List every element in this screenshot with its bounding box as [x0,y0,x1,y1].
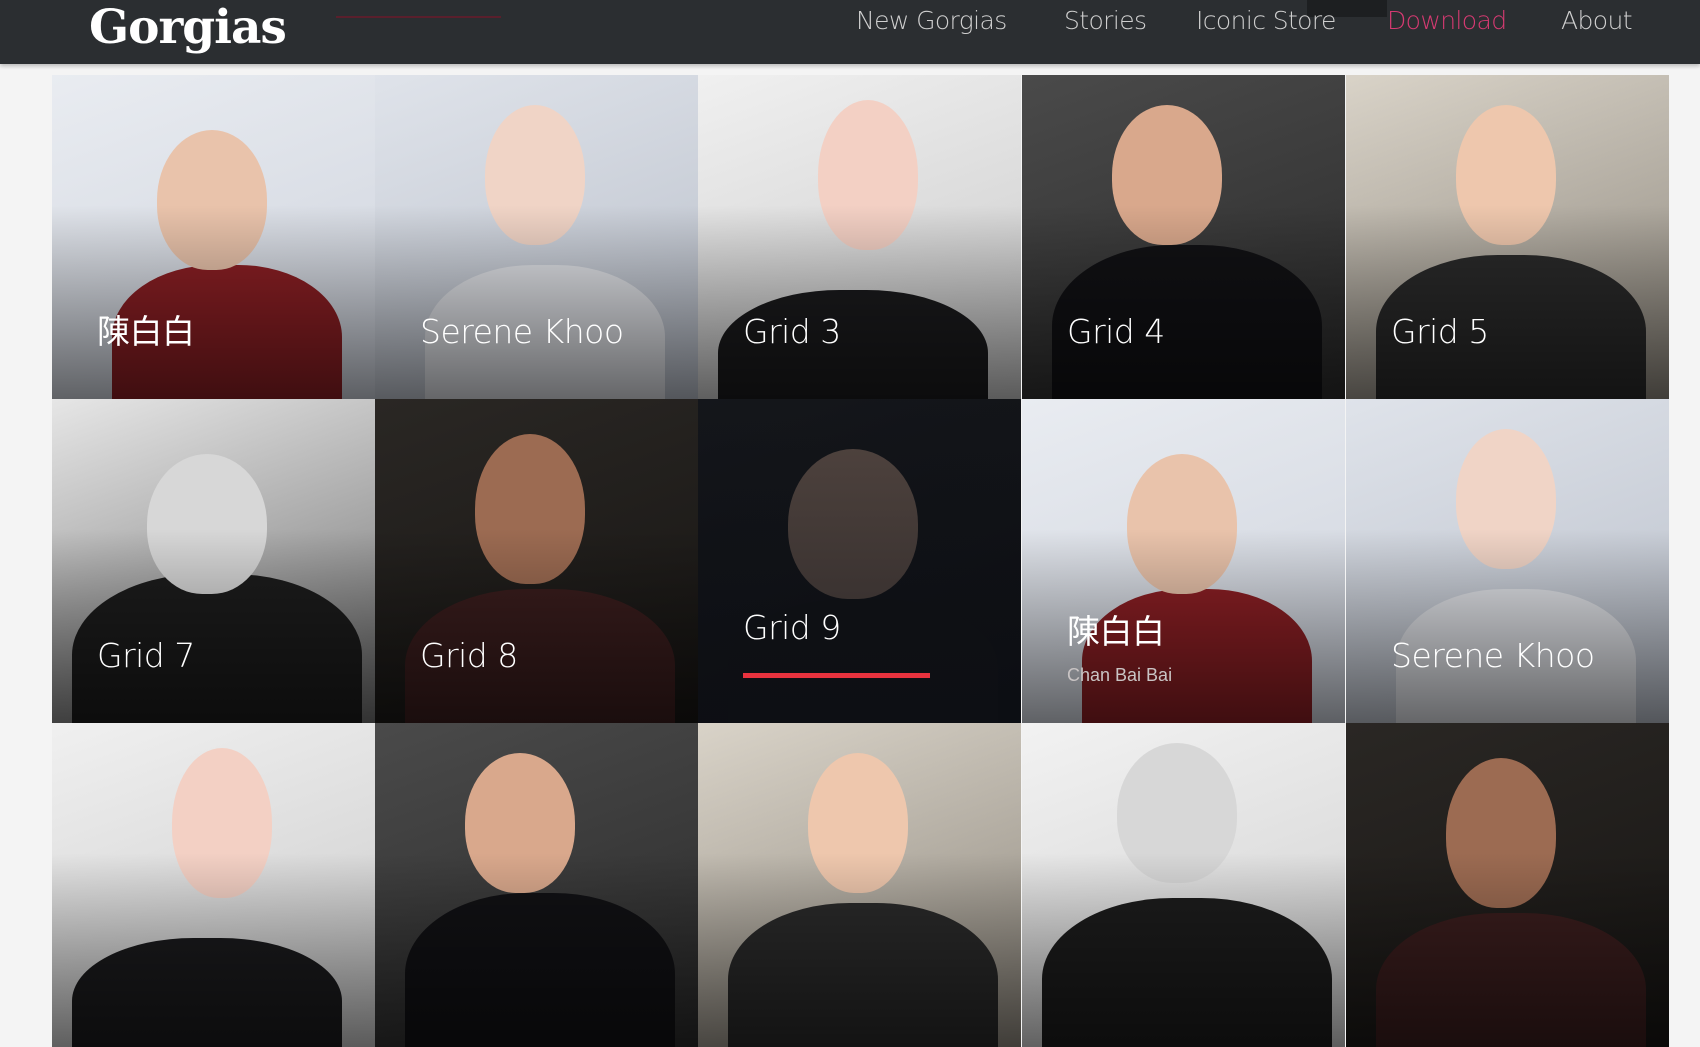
profile-tile[interactable]: Serene Khoo [375,75,698,399]
profile-tile[interactable]: Grid 7 [52,399,375,723]
tile-gradient-overlay [375,204,698,399]
tile-gradient-overlay [698,852,1021,1047]
tile-title: Grid 7 [97,636,195,675]
tile-title: Serene Khoo [1391,636,1595,675]
tile-gradient-overlay [52,852,375,1047]
profile-tile[interactable] [698,723,1021,1047]
tile-gradient-overlay [1022,204,1345,399]
tile-title: 陳白白 [1067,612,1165,651]
tile-title: Grid 3 [743,312,841,351]
profile-tile[interactable]: Grid 9 [698,399,1021,723]
tile-title: Grid 4 [1067,312,1165,351]
tile-gradient-overlay [1346,852,1669,1047]
profile-tile[interactable] [1346,723,1669,1047]
profile-tile[interactable]: Serene Khoo [1346,399,1669,723]
hover-accent-bar [743,673,930,678]
profile-tile[interactable] [52,723,375,1047]
profile-tile[interactable]: Grid 5 [1346,75,1669,399]
tile-gradient-overlay [52,528,375,723]
profile-tile[interactable]: Grid 8 [375,399,698,723]
brand-logo[interactable]: Gorgias [89,0,287,56]
tile-subtitle: Chan Bai Bai [1067,665,1173,685]
tile-title: Grid 5 [1391,312,1489,351]
tile-title: Grid 9 [743,608,841,647]
tile-gradient-overlay [52,204,375,399]
tile-gradient-overlay [1346,204,1669,399]
profile-tile[interactable]: 陳白白 Chan Bai Bai [1022,399,1345,723]
brand-underline-divider [336,16,501,18]
nav-link-new-gorgias[interactable]: New Gorgias [856,4,1007,38]
profile-tile[interactable]: Grid 3 [698,75,1021,399]
top-navbar: Gorgias New Gorgias Stories Iconic Store… [0,0,1700,64]
tile-title: 陳白白 [97,312,195,351]
tile-gradient-overlay [375,852,698,1047]
tile-gradient-overlay [375,528,698,723]
profile-tile[interactable] [375,723,698,1047]
profile-tile[interactable] [1022,723,1345,1047]
tile-gradient-overlay [1022,852,1345,1047]
nav-link-iconic-store[interactable]: Iconic Store [1196,4,1336,38]
tile-title: Grid 8 [420,636,518,675]
profile-tile[interactable]: 陳白白 [52,75,375,399]
tile-gradient-overlay [698,204,1021,399]
profile-tile[interactable]: Grid 4 [1022,75,1345,399]
tile-title: Serene Khoo [420,312,624,351]
nav-link-stories[interactable]: Stories [1064,4,1147,38]
nav-link-about[interactable]: About [1561,4,1633,38]
nav-link-download[interactable]: Download [1387,4,1507,38]
tile-gradient-overlay [1346,528,1669,723]
